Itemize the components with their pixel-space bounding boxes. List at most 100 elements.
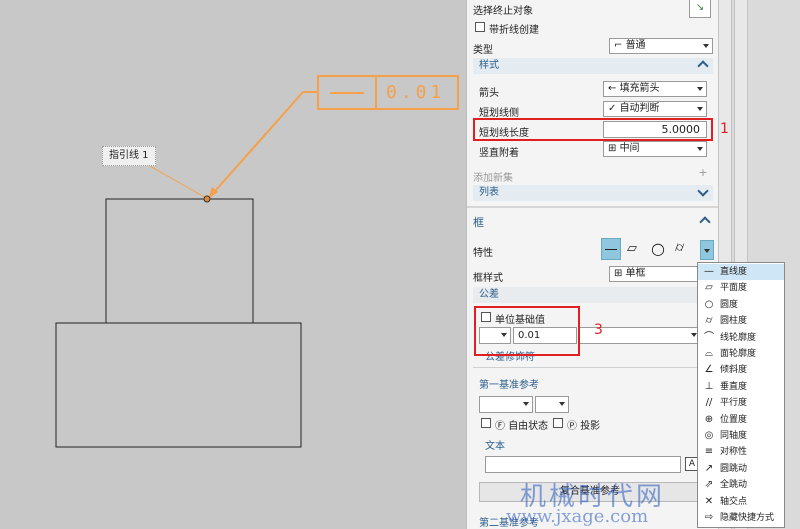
tolerance-title: 公差 — [479, 289, 499, 300]
menu-item-label: 圆度 — [720, 299, 739, 310]
menu-item[interactable]: ∠ 倾斜度 — [698, 362, 784, 378]
characteristic-symbol-icon: ⌭ — [705, 315, 713, 327]
style-section-title: 样式 — [479, 60, 499, 71]
properties-panel: 选择终止对象 ↘ 带折线创建 类型 ⌐ 普通 样式 箭头 ← 填充箭头 短划线侧… — [466, 0, 719, 529]
menu-item[interactable]: ⇨ 隐藏快捷方式 — [698, 510, 784, 526]
projected-label: Ⓟ 投影 — [567, 417, 600, 432]
characteristic-symbol-icon: ∠ — [704, 364, 714, 376]
characteristic-symbol-icon: // — [705, 397, 713, 409]
free-state-icon: Ⓕ — [495, 421, 509, 432]
characteristic-symbol-icon: ≡ — [704, 446, 714, 458]
style-section-header[interactable]: 样式 — [473, 58, 713, 74]
cylindricity-icon[interactable]: ⌭ — [675, 240, 684, 255]
free-state-text: 自由状态 — [508, 421, 549, 432]
free-state-label: Ⓕ 自由状态 — [495, 417, 548, 432]
leader-anchor-point[interactable] — [203, 195, 211, 203]
menu-item[interactable]: ⇗ 全跳动 — [698, 477, 784, 493]
menu-item-label: 对称性 — [720, 447, 748, 458]
characteristic-symbol-icon: ⊕ — [704, 413, 714, 425]
menu-item[interactable]: // 平行度 — [698, 395, 784, 411]
menu-item-label: 垂直度 — [720, 381, 748, 392]
menu-item[interactable]: — 直线度 — [698, 264, 784, 280]
datum1-modifier-select[interactable] — [535, 396, 569, 413]
menu-item[interactable]: ⌓ 面轮廓度 — [698, 346, 784, 362]
menu-item-label: 平行度 — [720, 398, 748, 409]
list-section-header[interactable]: 列表 — [473, 185, 713, 201]
characteristic-symbol-icon: ⌓ — [705, 348, 713, 359]
menu-item[interactable]: ◎ 同轴度 — [698, 428, 784, 444]
leader-label[interactable]: 指引线 1 — [102, 146, 156, 166]
characteristic-symbol-icon: ↗ — [704, 462, 714, 474]
chevron-down-icon — [523, 402, 529, 406]
chevron-down-icon — [704, 249, 710, 253]
menu-item-label: 线轮廓度 — [720, 332, 757, 343]
graphics-canvas[interactable]: 0.01 指引线 1 — [0, 0, 466, 529]
chevron-down-icon — [559, 402, 565, 406]
menu-item[interactable]: ▱ 平面度 — [698, 280, 784, 296]
vertical-attach-value: 中间 — [619, 143, 640, 154]
tolerance-section-header[interactable]: 公差 — [473, 287, 713, 303]
part-bottom-rect[interactable] — [55, 322, 302, 448]
type-label: 类型 — [473, 45, 493, 56]
frame-style-select[interactable]: ⊞ 单框 — [609, 266, 699, 282]
straightness-icon — [605, 249, 617, 250]
chevron-down-icon — [697, 185, 709, 197]
characteristic-symbol-icon: ⇨ — [704, 512, 714, 523]
menu-item[interactable]: ✕ 轴交点 — [698, 494, 784, 510]
frame-style-value: 单框 — [625, 268, 646, 279]
type-select[interactable]: ⌐ 普通 — [609, 38, 713, 54]
watermark-url: www.jxage.com — [506, 506, 649, 527]
vertical-attach-select[interactable]: ⊞ 中间 — [603, 141, 707, 157]
menu-item[interactable]: ○ 圆度 — [698, 297, 784, 313]
frame-section-title[interactable]: 框 — [473, 214, 484, 230]
type-value: 普通 — [625, 40, 646, 51]
add-icon[interactable]: + — [697, 167, 709, 179]
text-input[interactable] — [485, 456, 681, 473]
arrow-select[interactable]: ← 填充箭头 — [603, 81, 707, 97]
characteristic-symbol-icon: ✕ — [704, 495, 714, 507]
auto-infer-icon: ✓ — [608, 103, 620, 114]
text-label[interactable]: 文本 — [485, 437, 505, 452]
chevron-up-icon[interactable] — [699, 216, 711, 228]
menu-item[interactable]: ⌭ 圆柱度 — [698, 313, 784, 329]
part-top-rect[interactable] — [105, 198, 254, 324]
section-divider — [467, 206, 719, 208]
stub-side-select[interactable]: ✓ 自动判断 — [603, 101, 707, 117]
vertical-attach-label: 竖直附着 — [479, 148, 519, 159]
chevron-down-icon — [697, 147, 703, 151]
middle-attach-icon: ⊞ — [608, 143, 620, 154]
drawing-svg — [55, 75, 459, 448]
projected-text: 投影 — [580, 421, 601, 432]
flatness-icon[interactable]: ▱ — [627, 241, 637, 256]
projected-checkbox[interactable] — [553, 418, 563, 428]
chevron-down-icon — [697, 107, 703, 111]
menu-item-label: 同轴度 — [720, 431, 748, 441]
characteristic-dropdown-button[interactable] — [700, 240, 714, 260]
menu-item[interactable]: ⊥ 垂直度 — [698, 379, 784, 395]
datum1-letter-select[interactable] — [479, 396, 533, 413]
menu-item-label: 全跳动 — [720, 480, 748, 491]
annotation-number-1: 1 — [720, 121, 729, 137]
straightness-button[interactable] — [601, 238, 621, 260]
frame-style-label: 框样式 — [473, 273, 503, 284]
menu-item[interactable]: ≡ 对称性 — [698, 444, 784, 460]
characteristic-symbol-icon: ⌒ — [704, 331, 714, 343]
select-object-icon[interactable]: ↘ — [689, 0, 711, 18]
datum1-label[interactable]: 第一基准参考 — [479, 376, 539, 391]
projected-icon: Ⓟ — [567, 421, 581, 432]
circularity-icon[interactable]: ○ — [651, 239, 665, 258]
jog-checkbox[interactable] — [475, 22, 485, 32]
arrow-value: 填充箭头 — [619, 83, 660, 94]
stub-side-value: 自动判断 — [619, 103, 660, 114]
single-frame-icon: ⊞ — [614, 268, 626, 279]
menu-item[interactable]: ⊕ 位置度 — [698, 412, 784, 428]
characteristic-symbol-icon: ○ — [704, 298, 714, 310]
menu-item[interactable]: ↗ 圆跳动 — [698, 461, 784, 477]
menu-item[interactable]: ⌒ 线轮廓度 — [698, 330, 784, 346]
add-new-label[interactable]: 添加新集 — [473, 169, 513, 184]
free-state-checkbox[interactable] — [481, 418, 491, 428]
filled-arrow-icon: ← — [608, 83, 620, 94]
jog-label: 带折线创建 — [489, 25, 539, 36]
highlight-tolerance — [474, 306, 580, 356]
characteristic-symbol-icon: ▱ — [705, 282, 713, 294]
